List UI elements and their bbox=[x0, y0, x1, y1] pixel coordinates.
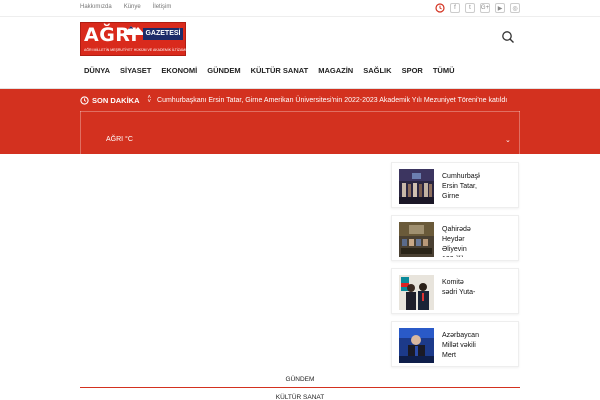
news-thumbnail[interactable] bbox=[399, 169, 434, 204]
chevron-down-icon[interactable]: ⌄ bbox=[505, 136, 511, 144]
news-title[interactable]: Qahirədə Heydər Əliyevin 100 illik bbox=[442, 225, 480, 257]
social-links: f t G+ ▶ ◎ bbox=[435, 3, 520, 13]
facebook-icon[interactable]: f bbox=[450, 3, 460, 13]
weather-label: AĞRI °C bbox=[106, 136, 133, 143]
header: AĞRI GAZETESİ AĞRI MİLLETİN MEŞRUTİYET H… bbox=[0, 18, 600, 58]
side-news-list: Cumhurbaşkanı Ersin Tatar, Girne Qahirəd… bbox=[391, 162, 519, 374]
band-divider bbox=[80, 111, 520, 112]
nav-item-siyaset[interactable]: SİYASET bbox=[115, 62, 156, 80]
link-about[interactable]: Hakkımızda bbox=[80, 4, 112, 10]
breaking-news-band: SON DAKİKA ˄ ˅ Cumhurbaşkanı Ersin Tatar… bbox=[0, 89, 600, 154]
nav-item-tumu[interactable]: TÜMÜ bbox=[428, 62, 460, 80]
tab-kultur-sanat[interactable]: KÜLTÜR SANAT bbox=[80, 390, 520, 400]
instagram-icon[interactable]: ◎ bbox=[510, 3, 520, 13]
breaking-news: SON DAKİKA ˄ ˅ Cumhurbaşkanı Ersin Tatar… bbox=[80, 94, 507, 106]
nav-item-kultur-sanat[interactable]: KÜLTÜR SANAT bbox=[246, 62, 314, 80]
logo-badge: GAZETESİ bbox=[143, 28, 183, 40]
news-title[interactable]: Azərbaycan Millət vəkili Mert bbox=[442, 331, 480, 363]
list-item[interactable]: Komitə sədri Yuta- bbox=[391, 268, 519, 314]
clock-icon[interactable] bbox=[435, 3, 445, 13]
list-item[interactable]: Qahirədə Heydər Əliyevin 100 illik bbox=[391, 215, 519, 261]
nav-item-magazin[interactable]: MAGAZİN bbox=[313, 62, 358, 80]
top-links: Hakkımızda Künye İletişim bbox=[80, 4, 171, 10]
news-title[interactable]: Komitə sədri Yuta- bbox=[442, 278, 480, 310]
band-border-left bbox=[80, 111, 81, 154]
list-item[interactable]: Cumhurbaşkanı Ersin Tatar, Girne bbox=[391, 162, 519, 208]
chevron-down-icon[interactable]: ˅ bbox=[148, 99, 152, 105]
nav-item-dunya[interactable]: DÜNYA bbox=[80, 62, 115, 80]
youtube-icon[interactable]: ▶ bbox=[495, 3, 505, 13]
site-logo[interactable]: AĞRI GAZETESİ AĞRI MİLLETİN MEŞRUTİYET H… bbox=[80, 22, 186, 56]
category-tabs: GÜNDEM KÜLTÜR SANAT bbox=[80, 372, 520, 400]
band-border-right bbox=[519, 111, 520, 154]
main-nav: DÜNYA SİYASET EKONOMİ GÜNDEM KÜLTÜR SANA… bbox=[80, 62, 460, 80]
news-thumbnail[interactable] bbox=[399, 222, 434, 257]
googleplus-icon[interactable]: G+ bbox=[480, 3, 490, 13]
tab-gundem[interactable]: GÜNDEM bbox=[80, 372, 520, 388]
clock-icon bbox=[80, 95, 89, 105]
news-thumbnail[interactable] bbox=[399, 328, 434, 363]
ticker-arrows[interactable]: ˄ ˅ bbox=[148, 95, 152, 105]
nav-item-ekonomi[interactable]: EKONOMİ bbox=[156, 62, 202, 80]
twitter-icon[interactable]: t bbox=[465, 3, 475, 13]
nav-item-saglik[interactable]: SAĞLIK bbox=[358, 62, 396, 80]
breaking-headline[interactable]: Cumhurbaşkanı Ersin Tatar, Girne Amerika… bbox=[157, 97, 507, 104]
list-item[interactable]: Azərbaycan Millət vəkili Mert bbox=[391, 321, 519, 367]
top-bar: Hakkımızda Künye İletişim f t G+ ▶ ◎ bbox=[0, 0, 600, 17]
mountain-icon bbox=[123, 26, 145, 35]
breaking-label: SON DAKİKA bbox=[92, 95, 140, 105]
link-contact[interactable]: İletişim bbox=[153, 4, 172, 10]
news-thumbnail[interactable] bbox=[399, 275, 434, 310]
nav-item-gundem[interactable]: GÜNDEM bbox=[202, 62, 245, 80]
link-imprint[interactable]: Künye bbox=[124, 4, 141, 10]
search-icon[interactable] bbox=[501, 30, 515, 44]
nav-item-spor[interactable]: SPOR bbox=[397, 62, 428, 80]
logo-tagline: AĞRI MİLLETİN MEŞRUTİYET HÜKÜM VE AKADEM… bbox=[84, 48, 187, 52]
news-title[interactable]: Cumhurbaşkanı Ersin Tatar, Girne bbox=[442, 172, 480, 204]
